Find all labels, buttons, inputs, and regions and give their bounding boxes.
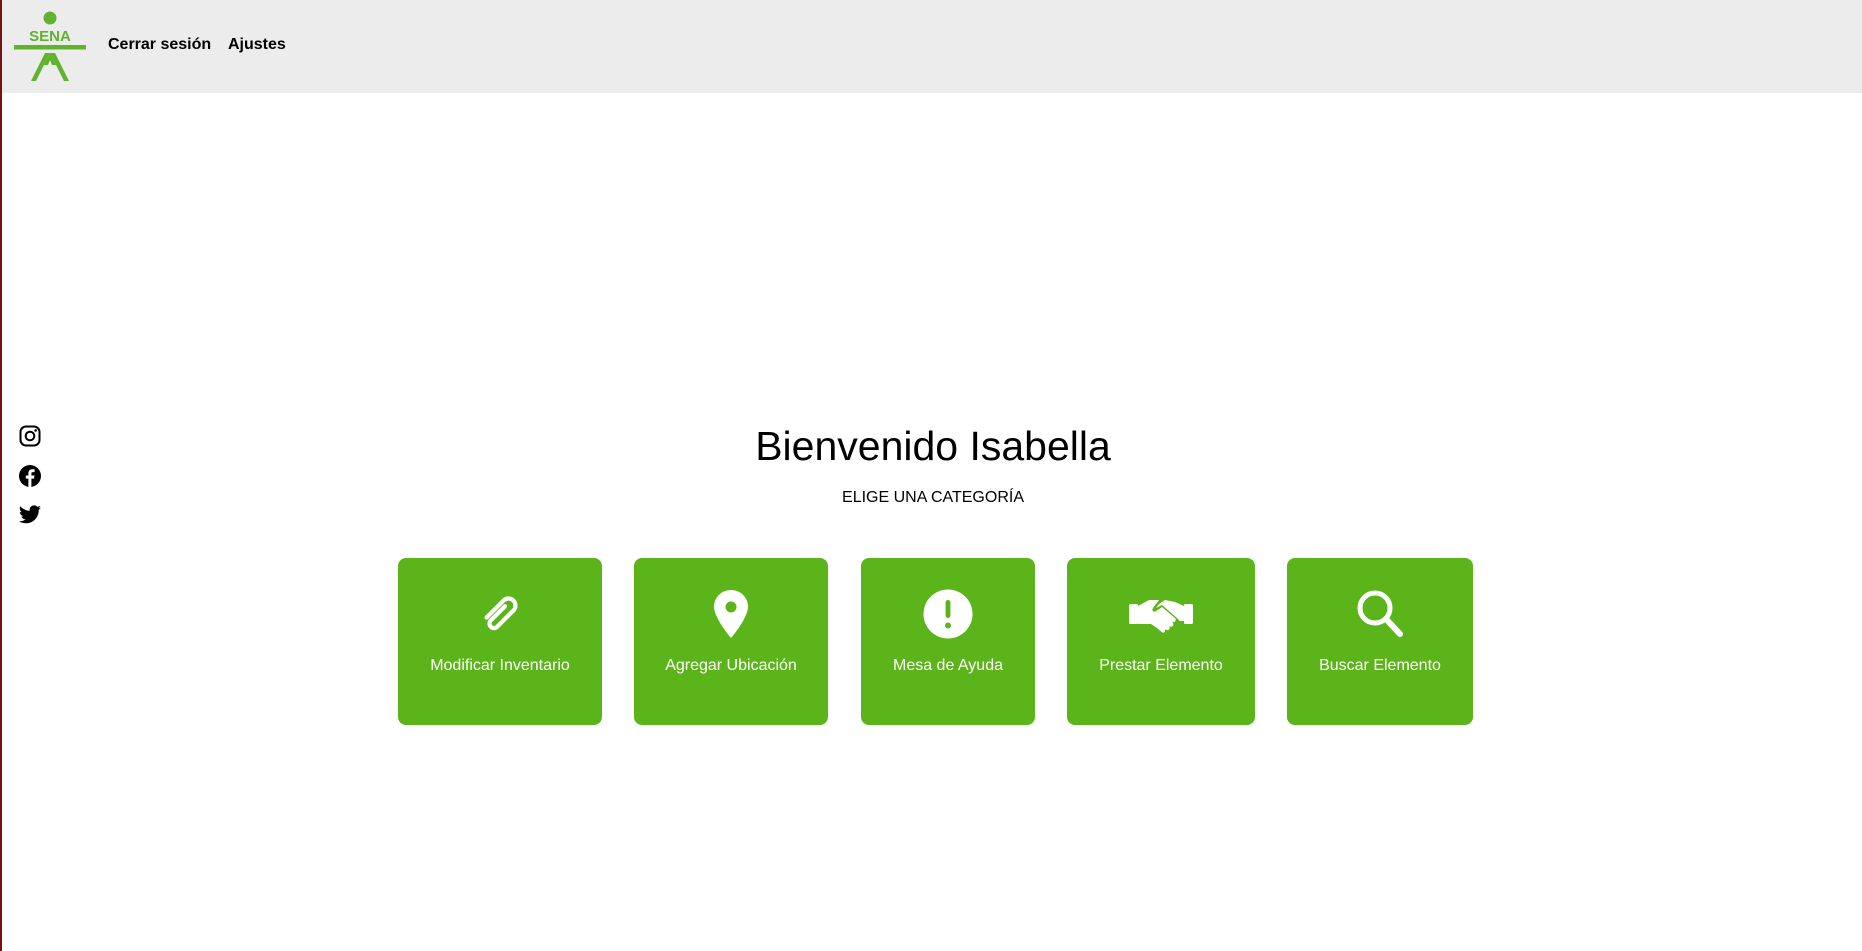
category-subtitle: ELIGE UNA CATEGORÍA bbox=[842, 489, 1024, 506]
card-label: Modificar Inventario bbox=[430, 657, 570, 674]
card-label: Mesa de Ayuda bbox=[892, 657, 1003, 674]
exclamation-circle-icon bbox=[922, 588, 974, 640]
paperclip-icon bbox=[474, 588, 526, 640]
logout-link[interactable]: Cerrar sesión bbox=[108, 36, 211, 54]
page: SENA Cerrar sesión Ajustes Bienvenido Is… bbox=[0, 0, 1862, 951]
settings-link[interactable]: Ajustes bbox=[228, 36, 286, 54]
buscar-elemento-card[interactable]: Buscar Elemento bbox=[1287, 558, 1473, 725]
card-label: Buscar Elemento bbox=[1319, 657, 1441, 674]
prestar-elemento-card[interactable]: Prestar Elemento bbox=[1067, 558, 1255, 725]
handshake-icon bbox=[1129, 588, 1193, 640]
modificar-inventario-card[interactable]: Modificar Inventario bbox=[398, 558, 602, 725]
search-icon bbox=[1354, 588, 1406, 640]
map-pin-icon bbox=[705, 588, 757, 640]
card-label: Agregar Ubicación bbox=[665, 657, 797, 674]
welcome-heading: Bienvenido Isabella bbox=[755, 423, 1111, 469]
sena-logo[interactable]: SENA bbox=[14, 11, 86, 81]
card-label: Prestar Elemento bbox=[1099, 657, 1223, 674]
mesa-de-ayuda-card[interactable]: Mesa de Ayuda bbox=[861, 558, 1035, 725]
agregar-ubicacion-card[interactable]: Agregar Ubicación bbox=[634, 558, 828, 725]
top-navbar: SENA Cerrar sesión Ajustes bbox=[2, 0, 1862, 93]
logo-text: SENA bbox=[29, 28, 71, 45]
